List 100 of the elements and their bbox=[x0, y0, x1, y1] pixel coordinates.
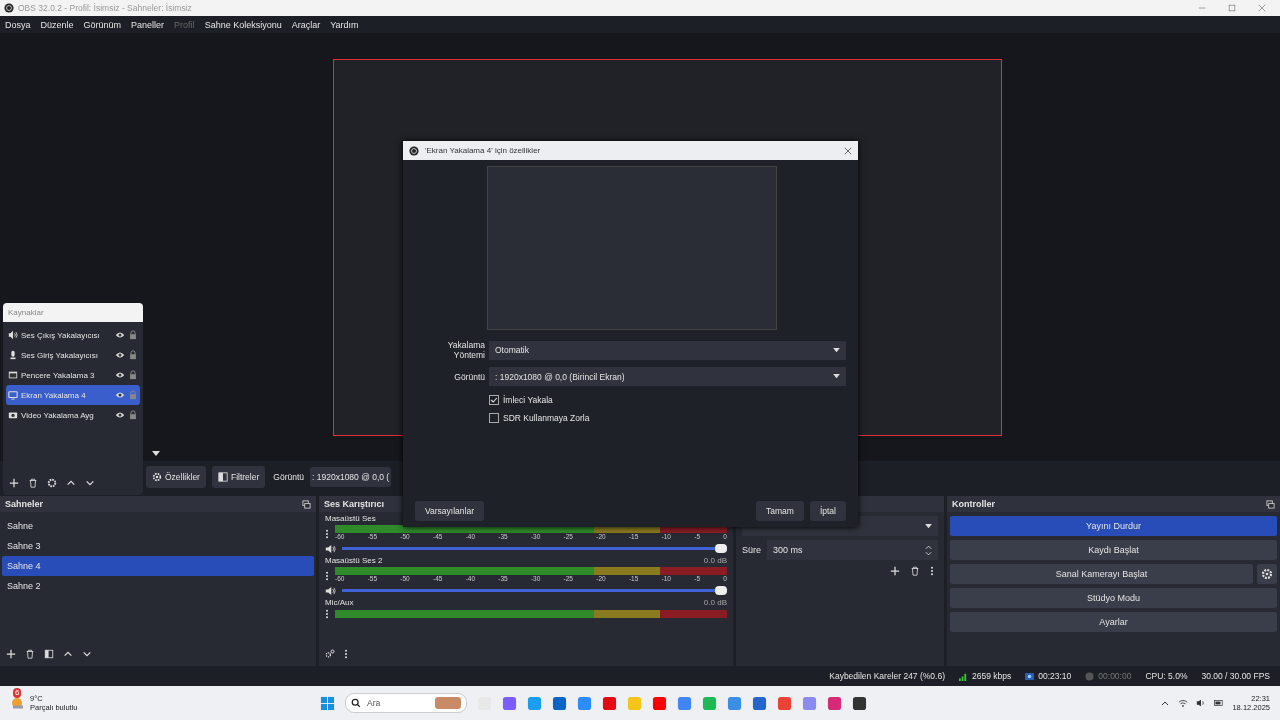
cpu-usage: CPU: 5.0% bbox=[1145, 671, 1188, 681]
stream-time: 00:23:10 bbox=[1038, 671, 1072, 681]
volume-slider[interactable] bbox=[342, 547, 727, 550]
stepper-arrows-icon[interactable] bbox=[925, 544, 932, 556]
start-icon[interactable] bbox=[320, 695, 335, 711]
defaults-button[interactable]: Varsayılanlar bbox=[415, 501, 484, 521]
scene-item[interactable]: Sahne bbox=[2, 516, 314, 536]
checkbox-label: İmleci Yakala bbox=[503, 395, 553, 405]
signal-icon bbox=[959, 671, 968, 681]
down-icon[interactable] bbox=[85, 478, 95, 488]
dropdown[interactable]: : 1920x1080 @ 0,0 (Birincil Ekran) bbox=[489, 367, 846, 386]
source-item[interactable]: Ekran Yakalama 4 bbox=[6, 385, 140, 405]
scene-item[interactable]: Sahne 3 bbox=[2, 536, 314, 556]
channel-name: Mic/Aux bbox=[325, 598, 354, 609]
ok-button[interactable]: Tamam bbox=[756, 501, 804, 521]
settings-button[interactable] bbox=[1257, 564, 1277, 584]
source-item[interactable]: Ses Giriş Yakalayıcısı bbox=[6, 345, 140, 365]
more-icon[interactable] bbox=[930, 566, 934, 576]
volume-reading: 0.0 dB bbox=[703, 556, 727, 567]
eye-icon[interactable] bbox=[115, 370, 125, 380]
filter-icon bbox=[217, 472, 228, 482]
app-icon[interactable] bbox=[752, 695, 767, 711]
menu-item[interactable]: Yardım bbox=[330, 19, 359, 30]
add-icon[interactable] bbox=[6, 649, 16, 659]
more-icon[interactable] bbox=[344, 649, 348, 659]
record-icon bbox=[1085, 671, 1095, 681]
panel-title: Kontroller bbox=[952, 499, 995, 509]
wifi-icon[interactable] bbox=[1178, 698, 1189, 708]
trash-icon[interactable] bbox=[28, 478, 38, 488]
dropdown[interactable]: Otomatik bbox=[489, 340, 846, 360]
more-icon[interactable] bbox=[325, 609, 329, 619]
more-icon[interactable] bbox=[325, 571, 329, 581]
source-item[interactable]: Pencere Yakalama 3 bbox=[6, 365, 140, 385]
checkbox[interactable] bbox=[489, 413, 499, 423]
scene-item[interactable]: Sahne 4 bbox=[2, 556, 314, 576]
dropdown-arrow-icon bbox=[833, 374, 840, 379]
lock-icon[interactable] bbox=[128, 330, 138, 340]
app-icon[interactable] bbox=[852, 695, 867, 711]
filters-button[interactable]: Filtreler bbox=[211, 466, 266, 488]
add-icon[interactable] bbox=[9, 478, 19, 488]
gear-icon[interactable] bbox=[47, 478, 57, 488]
undock-icon[interactable] bbox=[1266, 499, 1275, 509]
volume-icon[interactable] bbox=[1196, 698, 1207, 708]
control-button[interactable]: Kaydı Başlat bbox=[950, 540, 1277, 560]
add-icon[interactable] bbox=[890, 566, 900, 576]
lock-icon[interactable] bbox=[128, 350, 138, 360]
maximize-icon[interactable] bbox=[1228, 4, 1236, 12]
duration-field[interactable]: 300 ms bbox=[767, 540, 938, 560]
menu-item[interactable]: Düzenle bbox=[40, 19, 74, 30]
menu-item[interactable]: Araçlar bbox=[291, 19, 321, 30]
undock-icon[interactable] bbox=[302, 499, 311, 509]
control-button[interactable]: Ayarlar bbox=[950, 612, 1277, 632]
lock-icon[interactable] bbox=[128, 410, 138, 420]
volume-slider[interactable] bbox=[342, 589, 727, 592]
app-icon[interactable] bbox=[552, 695, 567, 711]
dropdown-arrow-icon[interactable] bbox=[152, 451, 160, 457]
camera-icon bbox=[8, 410, 18, 420]
search-field[interactable]: Ara bbox=[345, 693, 467, 713]
control-button[interactable]: Yayını Durdur bbox=[950, 516, 1277, 536]
up-icon[interactable] bbox=[63, 649, 73, 659]
panel-title: Ses Karıştırıcı bbox=[324, 499, 385, 509]
checkbox[interactable] bbox=[489, 395, 499, 405]
speaker-icon[interactable] bbox=[325, 585, 336, 596]
channel-name: Masaüstü Ses 2 bbox=[325, 556, 383, 567]
trash-icon[interactable] bbox=[910, 566, 920, 576]
source-item[interactable]: Video Yakalama Ayg bbox=[6, 405, 140, 425]
speaker-icon[interactable] bbox=[325, 543, 336, 554]
menu-item[interactable]: Dosya bbox=[5, 19, 31, 30]
trash-icon[interactable] bbox=[25, 649, 35, 659]
eye-icon[interactable] bbox=[115, 410, 125, 420]
control-button[interactable]: Sanal Kamerayı Başlat bbox=[950, 564, 1253, 584]
filter-icon[interactable] bbox=[44, 649, 54, 659]
obs-logo-icon bbox=[4, 3, 14, 13]
gears-icon[interactable] bbox=[325, 649, 335, 659]
menu-item[interactable]: Görünüm bbox=[83, 19, 122, 30]
control-button[interactable]: Stüdyo Modu bbox=[950, 588, 1277, 608]
checkbox-label: SDR Kullanmaya Zorla bbox=[503, 413, 590, 423]
menu-item[interactable]: Sahne Koleksiyonu bbox=[204, 19, 282, 30]
obs-logo-icon bbox=[409, 145, 419, 156]
record-time: 00:00:00 bbox=[1098, 671, 1132, 681]
field-label: Yakalama Yöntemi bbox=[446, 340, 485, 360]
weather-icon[interactable] bbox=[10, 695, 26, 711]
up-icon[interactable] bbox=[66, 478, 76, 488]
battery-icon[interactable] bbox=[1214, 698, 1225, 708]
scene-item[interactable]: Sahne 2 bbox=[2, 576, 314, 596]
menu-item[interactable]: Paneller bbox=[131, 19, 165, 30]
cancel-button[interactable]: İptal bbox=[809, 501, 846, 521]
down-icon[interactable] bbox=[82, 649, 92, 659]
eye-icon[interactable] bbox=[115, 390, 125, 400]
more-icon[interactable] bbox=[325, 529, 329, 539]
close-icon[interactable] bbox=[844, 146, 852, 155]
lock-icon[interactable] bbox=[128, 370, 138, 380]
properties-button[interactable]: Özellikler bbox=[146, 466, 206, 488]
dialog-title: 'Ekran Yakalama 4' için özellikler bbox=[425, 146, 541, 155]
eye-icon[interactable] bbox=[115, 330, 125, 340]
bitrate: 2659 kbps bbox=[972, 671, 1012, 681]
source-item[interactable]: Ses Çıkış Yakalayıcısı bbox=[6, 325, 140, 345]
channel-name: Masaüstü Ses bbox=[325, 514, 376, 525]
display-select[interactable]: : 1920x1080 @ 0,0 ( bbox=[310, 467, 392, 487]
eye-icon[interactable] bbox=[115, 350, 125, 360]
